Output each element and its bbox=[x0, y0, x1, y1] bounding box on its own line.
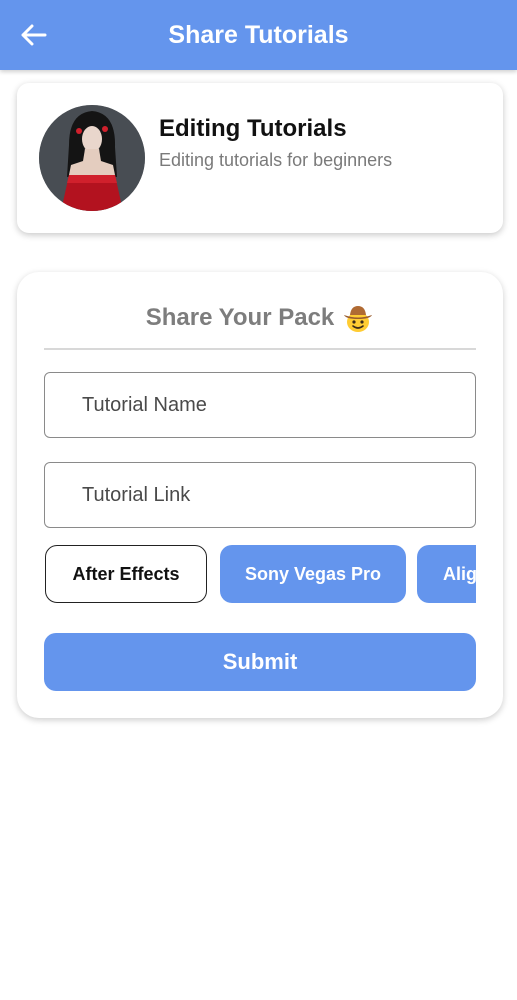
profile-description: Editing tutorials for beginners bbox=[159, 150, 393, 170]
avatar[interactable] bbox=[39, 105, 145, 211]
profile-name: Editing Tutorials bbox=[159, 115, 347, 142]
submit-button[interactable]: Submit bbox=[44, 633, 476, 691]
chip-sony-vegas-pro[interactable]: Sony Vegas Pro bbox=[220, 545, 406, 603]
software-chip-list[interactable]: After Effects Sony Vegas Pro Alig bbox=[44, 544, 476, 604]
chip-alight-motion[interactable]: Alig bbox=[417, 545, 476, 603]
avatar-image bbox=[39, 105, 145, 211]
form-title: Share Your Pack bbox=[17, 302, 503, 334]
profile-card: Editing Tutorials Editing tutorials for … bbox=[17, 83, 503, 233]
app-bar: Share Tutorials bbox=[0, 0, 517, 70]
page-title: Share Tutorials bbox=[168, 21, 349, 49]
cowboy-hat-face-icon bbox=[344, 306, 373, 332]
tutorial-link-input[interactable] bbox=[44, 462, 476, 528]
form-title-text: Share Your Pack bbox=[145, 304, 335, 331]
share-form-card: Share Your Pack After Effects Sony Vegas… bbox=[17, 272, 503, 718]
chip-after-effects[interactable]: After Effects bbox=[45, 545, 207, 603]
divider bbox=[44, 348, 476, 350]
tutorial-name-input[interactable] bbox=[44, 372, 476, 438]
